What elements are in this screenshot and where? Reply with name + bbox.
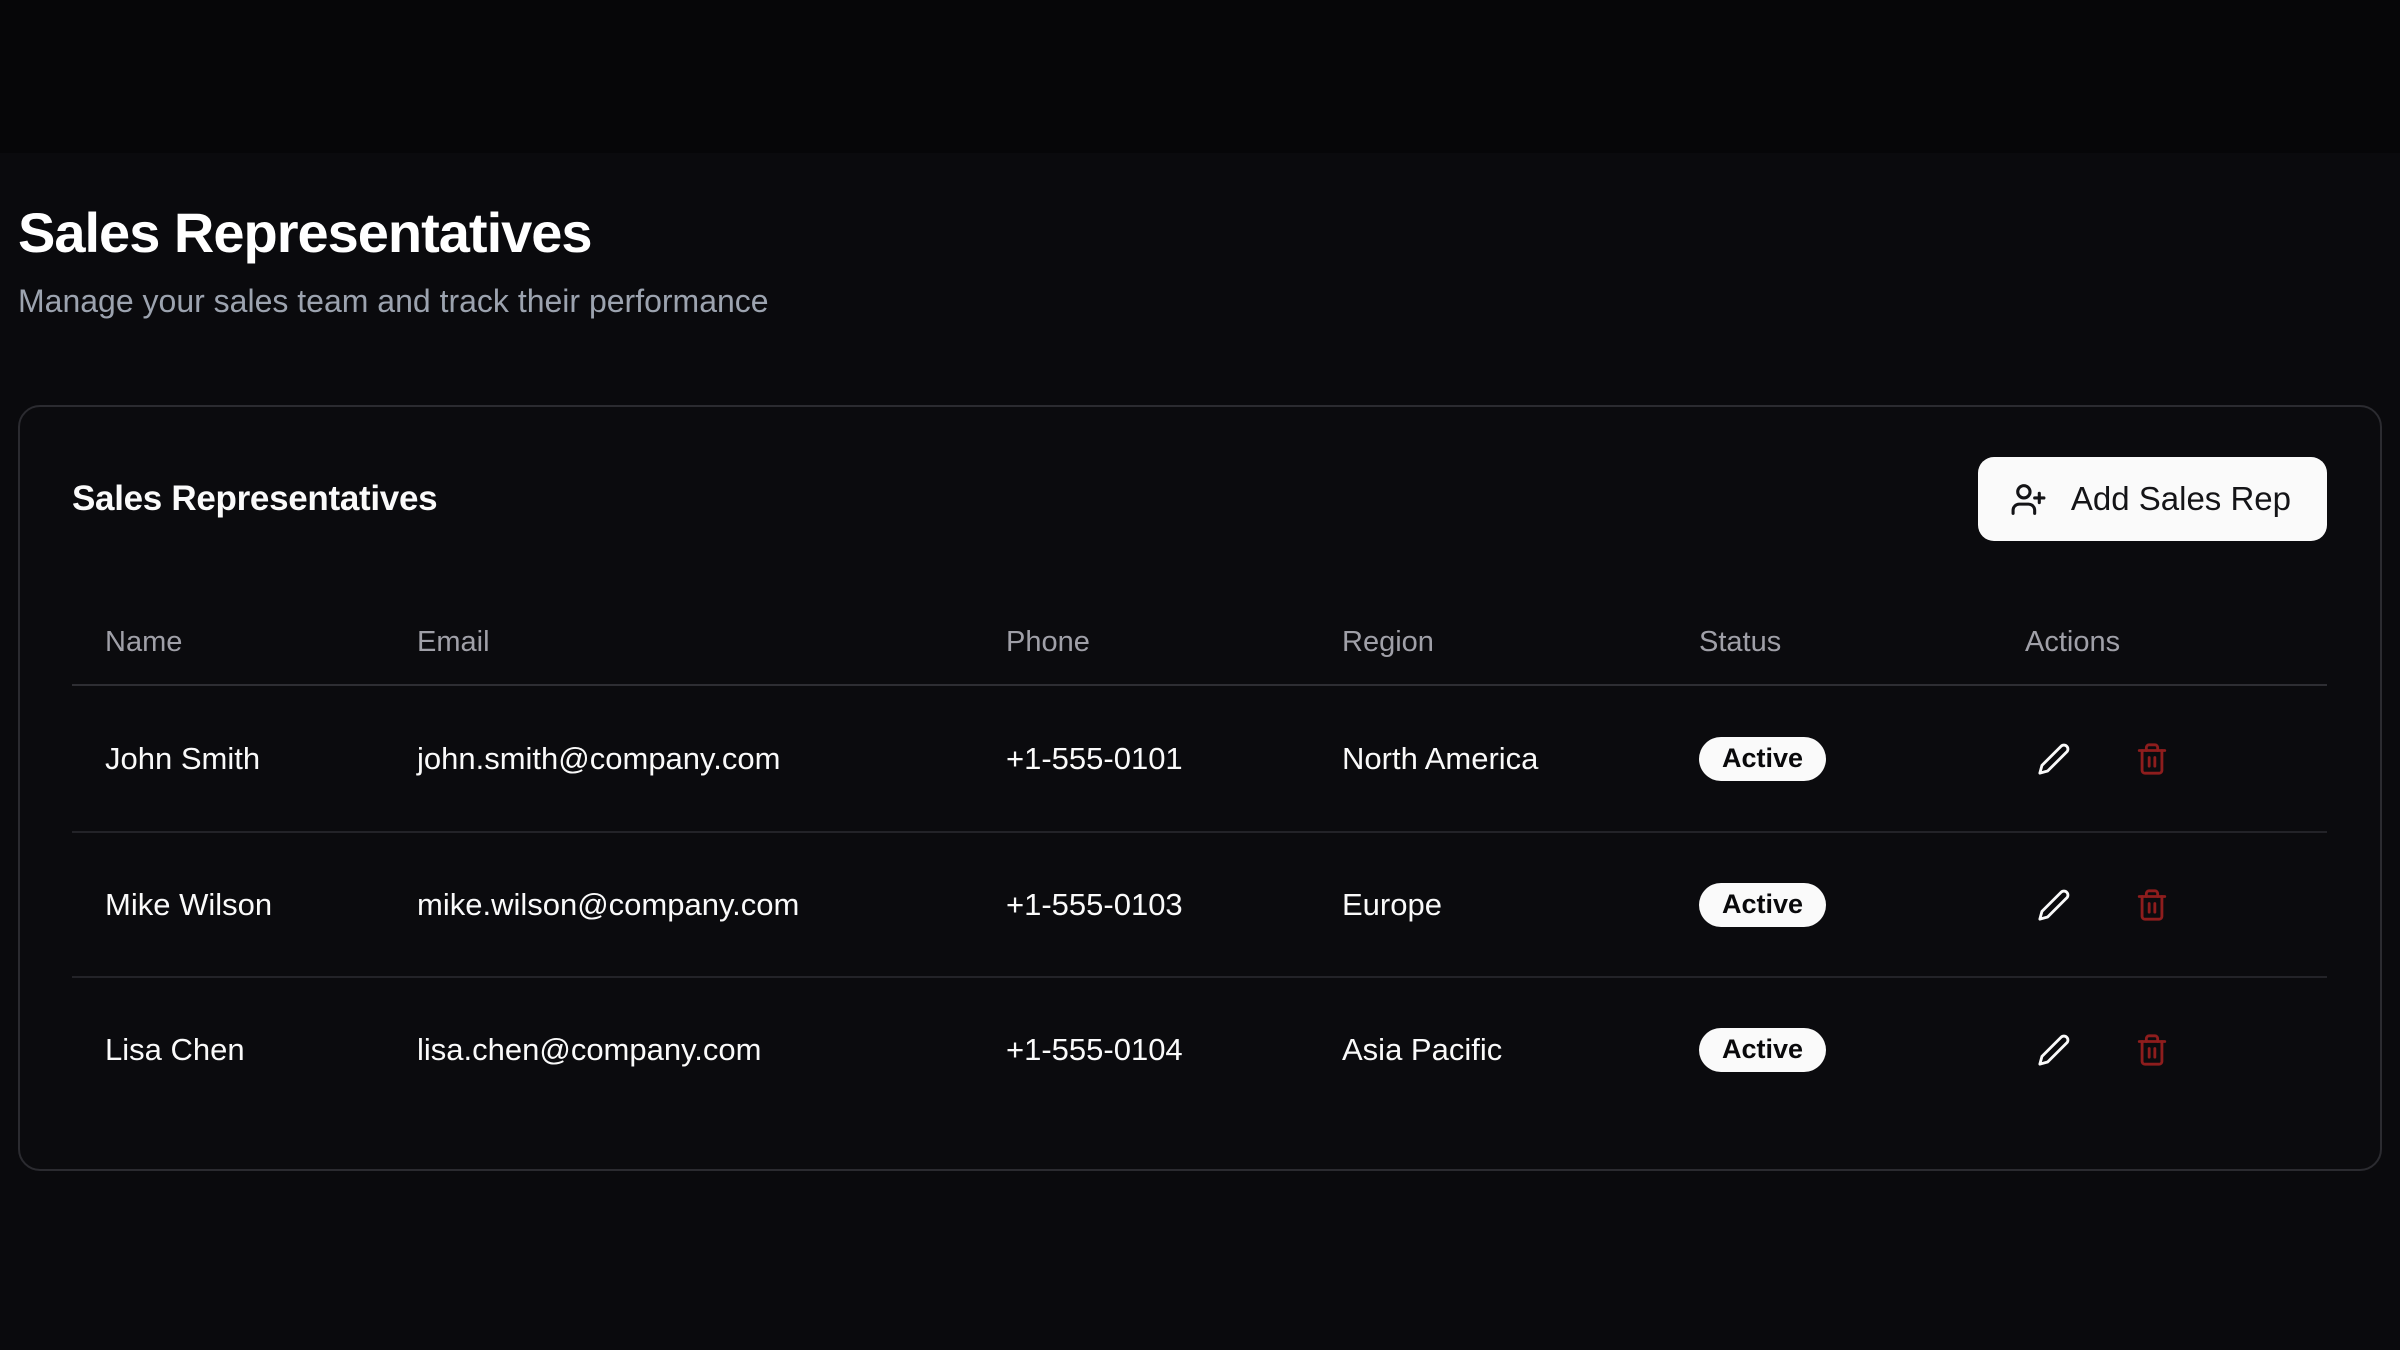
status-badge: Active xyxy=(1699,737,1826,781)
add-sales-rep-label: Add Sales Rep xyxy=(2071,480,2291,518)
page-subtitle: Manage your sales team and track their p… xyxy=(18,279,2382,324)
trash-icon xyxy=(2135,742,2169,776)
table-row: Lisa Chen lisa.chen@company.com +1-555-0… xyxy=(72,976,2327,1121)
card-header: Sales Representatives Add Sales Rep xyxy=(72,457,2327,541)
user-plus-icon xyxy=(2010,481,2047,518)
column-header-email: Email xyxy=(384,626,973,659)
column-header-status: Status xyxy=(1666,626,1992,659)
cell-actions xyxy=(1992,1026,2327,1074)
edit-button[interactable] xyxy=(2030,1026,2078,1074)
cell-name: Mike Wilson xyxy=(72,887,384,923)
table-row: Mike Wilson mike.wilson@company.com +1-5… xyxy=(72,831,2327,976)
sales-reps-card: Sales Representatives Add Sales Rep xyxy=(18,405,2382,1171)
cell-phone: +1-555-0101 xyxy=(973,741,1309,777)
cell-email: john.smith@company.com xyxy=(384,741,973,777)
page-title: Sales Representatives xyxy=(18,201,2382,265)
cell-email: mike.wilson@company.com xyxy=(384,887,973,923)
edit-button[interactable] xyxy=(2030,881,2078,929)
delete-button[interactable] xyxy=(2128,881,2176,929)
window-top-area xyxy=(0,0,2400,153)
add-sales-rep-button[interactable]: Add Sales Rep xyxy=(1978,457,2327,541)
cell-email: lisa.chen@company.com xyxy=(384,1032,973,1068)
edit-button[interactable] xyxy=(2030,735,2078,783)
column-header-actions: Actions xyxy=(1992,626,2327,659)
status-badge: Active xyxy=(1699,1028,1826,1072)
cell-region: Europe xyxy=(1309,887,1666,923)
status-badge: Active xyxy=(1699,883,1826,927)
cell-region: North America xyxy=(1309,741,1666,777)
column-header-name: Name xyxy=(72,626,384,659)
delete-button[interactable] xyxy=(2128,1026,2176,1074)
sales-reps-table: Name Email Phone Region Status Actions J… xyxy=(72,600,2327,1121)
cell-name: John Smith xyxy=(72,741,384,777)
column-header-phone: Phone xyxy=(973,626,1309,659)
trash-icon xyxy=(2135,1033,2169,1067)
cell-status: Active xyxy=(1666,1028,1992,1072)
cell-phone: +1-555-0103 xyxy=(973,887,1309,923)
column-header-region: Region xyxy=(1309,626,1666,659)
pencil-icon xyxy=(2037,1033,2071,1067)
card-title: Sales Representatives xyxy=(72,479,437,519)
pencil-icon xyxy=(2037,742,2071,776)
cell-region: Asia Pacific xyxy=(1309,1032,1666,1068)
trash-icon xyxy=(2135,888,2169,922)
cell-actions xyxy=(1992,735,2327,783)
main-content: Sales Representatives Manage your sales … xyxy=(0,153,2400,1350)
cell-actions xyxy=(1992,881,2327,929)
cell-phone: +1-555-0104 xyxy=(973,1032,1309,1068)
table-row: John Smith john.smith@company.com +1-555… xyxy=(72,686,2327,831)
pencil-icon xyxy=(2037,888,2071,922)
delete-button[interactable] xyxy=(2128,735,2176,783)
cell-status: Active xyxy=(1666,737,1992,781)
cell-status: Active xyxy=(1666,883,1992,927)
cell-name: Lisa Chen xyxy=(72,1032,384,1068)
table-header-row: Name Email Phone Region Status Actions xyxy=(72,600,2327,686)
screen: Sales Representatives Manage your sales … xyxy=(0,0,2400,1350)
